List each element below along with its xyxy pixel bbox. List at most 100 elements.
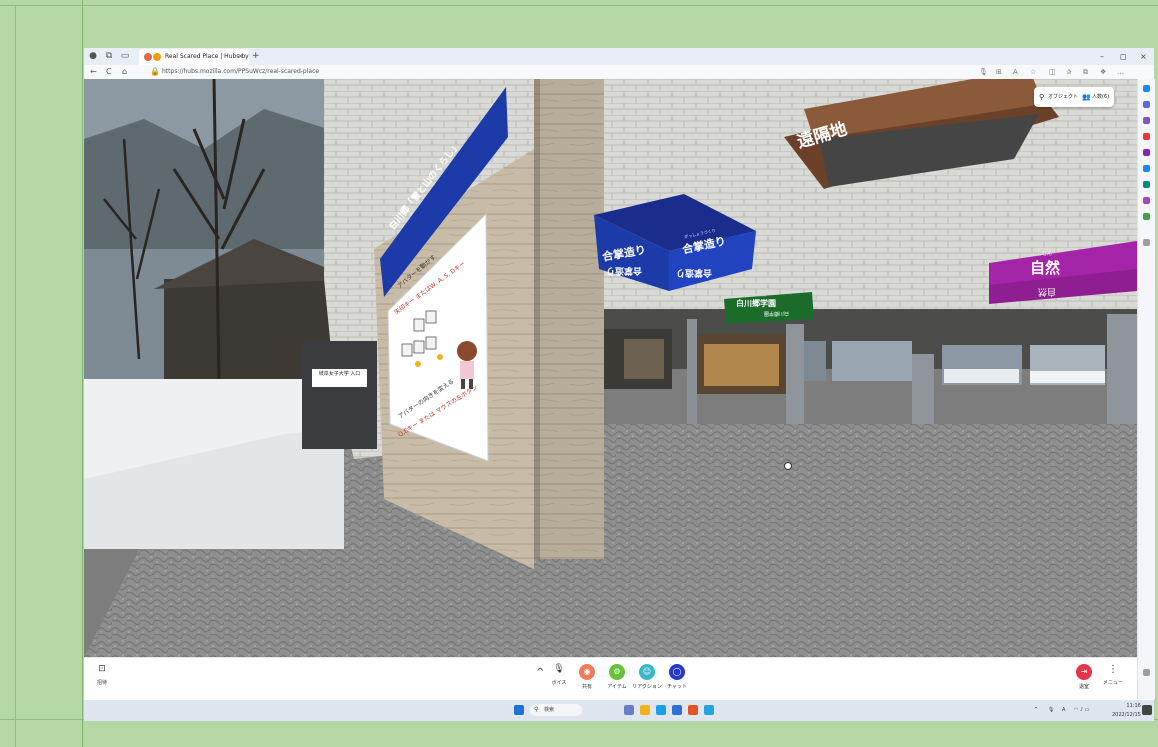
taskbar-search-text: 検索	[544, 707, 555, 713]
refresh-button[interactable]: C	[106, 65, 112, 79]
tab-bar: ● ⧉ ▭ Real Scared Place | Hubs by × + – …	[84, 48, 1154, 65]
reaction-icon: ☺	[639, 664, 655, 680]
home-button[interactable]: ⌂	[122, 65, 127, 79]
collections-icon[interactable]: ⧉	[1083, 65, 1088, 79]
audio-icon	[144, 53, 152, 61]
chat-button[interactable]: ◯ チャット	[662, 664, 692, 690]
search-icon: ⚲	[534, 706, 539, 713]
objects-button[interactable]: オブジェクト	[1048, 87, 1078, 107]
sign-shirakawa-ruby: しらかわごうがくえん	[736, 293, 767, 297]
invite-icon: ⊡	[98, 664, 106, 674]
clock[interactable]: 11:16 2022/12/15	[1112, 702, 1141, 720]
share-label: 共有	[581, 684, 592, 690]
sidebar-settings-icon[interactable]	[1143, 669, 1150, 676]
start-icon[interactable]	[514, 705, 524, 715]
pinned-app-icon[interactable]	[704, 705, 714, 715]
share-button[interactable]: ◉ 共有	[572, 664, 602, 690]
profile-icon[interactable]: ●	[88, 51, 98, 61]
maximize-button[interactable]: ◻	[1120, 48, 1127, 65]
microphone-icon: 🎙	[553, 664, 565, 674]
item-label: アイテム	[607, 684, 627, 690]
sign-shizen-text: 自然	[1030, 259, 1061, 277]
sign-shizen-ruby: しぜん	[1037, 251, 1053, 257]
tab-actions-icon[interactable]: ▭	[120, 51, 130, 61]
hubs-toolbar: ⊡ 招待 ^ 🎙 ボイス ◉ 共有 ⚙ アイテム ☺ リアクション ◯ チャット…	[84, 657, 1137, 701]
browser-window: ● ⧉ ▭ Real Scared Place | Hubs by × + – …	[84, 48, 1155, 721]
designer-icon[interactable]	[1143, 197, 1150, 204]
network-volume-battery-icon[interactable]: ◠ ♪ ▭	[1074, 700, 1089, 721]
tray-mic-icon[interactable]: 🎙	[1048, 700, 1054, 721]
tools-icon[interactable]	[1143, 117, 1150, 124]
clock-time: 11:16	[1126, 703, 1141, 709]
search-icon[interactable]	[1143, 101, 1150, 108]
split-screen-icon[interactable]: ◫	[1049, 65, 1056, 79]
favorite-star-icon[interactable]: ☆	[1030, 65, 1036, 79]
taskbar-search[interactable]: ⚲ 検索	[530, 704, 582, 716]
page-frame-line	[0, 5, 1158, 6]
new-tab-button[interactable]: +	[252, 48, 260, 65]
minimize-button[interactable]: –	[1100, 48, 1104, 65]
games-icon[interactable]	[1143, 133, 1150, 140]
hubs-3d-scene[interactable]: 遠隔地 白川郷「雪と山のくらし」 がっしょうづくり 合掌造り 合掌造り 合掌造り…	[84, 79, 1137, 657]
people-icon[interactable]: 👥	[1082, 87, 1091, 107]
invite-label: 招待	[96, 680, 107, 686]
clock-date: 2022/12/15	[1112, 712, 1141, 718]
leave-icon: ⇥	[1076, 664, 1092, 680]
menu-label: メニュー	[1102, 680, 1123, 686]
drop-icon[interactable]	[1143, 181, 1150, 188]
page-frame-line	[15, 5, 16, 747]
item-icon: ⚙	[609, 664, 625, 680]
entrance-sign-text: 岐阜女子大学 入口	[318, 371, 361, 377]
more-vertical-icon: ⋮	[1108, 664, 1118, 675]
widgets-icon[interactable]	[624, 705, 634, 715]
sign-shirakawa-sub-text: 白川郷学園	[764, 310, 790, 316]
reaction-button[interactable]: ☺ リアクション	[632, 664, 662, 690]
site-favicon-icon	[153, 53, 161, 61]
workspaces-icon[interactable]: ⧉	[104, 51, 114, 61]
store-icon[interactable]	[672, 705, 682, 715]
extensions-icon[interactable]: ❖	[1100, 65, 1106, 79]
more-options-icon[interactable]: …	[1117, 65, 1124, 79]
outlook-icon[interactable]	[1143, 165, 1150, 172]
favorites-icon[interactable]: ✰	[1066, 65, 1072, 79]
chat-label: チャット	[667, 684, 687, 690]
close-window-button[interactable]: ×	[1140, 48, 1147, 65]
sign-gassho-bottom-text: 合掌造り	[676, 267, 713, 277]
add-sidebar-icon[interactable]	[1143, 239, 1150, 246]
read-aloud-icon[interactable]: A	[1013, 65, 1018, 79]
microphone-permission-icon[interactable]: 🎙	[979, 65, 988, 79]
office-icon[interactable]	[1143, 149, 1150, 156]
edge-sidebar	[1137, 79, 1155, 699]
file-explorer-icon[interactable]	[640, 705, 650, 715]
copilot-icon[interactable]	[1143, 85, 1150, 92]
app-available-icon[interactable]: ⊞	[996, 65, 1002, 79]
invite-button[interactable]: ⊡ 招待	[87, 664, 117, 686]
back-button[interactable]: ←	[90, 65, 97, 79]
tab-active[interactable]: Real Scared Place | Hubs by ×	[139, 49, 249, 65]
voice-button[interactable]: 🎙 ボイス	[544, 664, 574, 686]
share-icon: ◉	[579, 664, 595, 680]
windows-taskbar: ⚲ 検索 ^ 🎙 A ◠ ♪ ▭ 11:16 2022/12/15	[84, 700, 1154, 721]
reaction-label: リアクション	[632, 684, 662, 690]
voice-label: ボイス	[551, 680, 567, 686]
tab-close-icon[interactable]: ×	[238, 49, 243, 65]
ime-indicator[interactable]: A	[1062, 700, 1065, 721]
leave-button[interactable]: ⇥ 退室	[1069, 664, 1099, 690]
address-bar-row: ← C ⌂ 🔒 https://hubs.mozilla.com/PPSuWcz…	[84, 65, 1154, 80]
edge-icon[interactable]	[656, 705, 666, 715]
chat-icon: ◯	[669, 664, 685, 680]
objects-icon[interactable]: ⚲	[1039, 87, 1044, 107]
leave-label: 退室	[1078, 684, 1089, 690]
item-button[interactable]: ⚙ アイテム	[602, 664, 632, 690]
sign-shirakawa-text: 白川郷学園	[736, 299, 776, 308]
apps-icon[interactable]	[1143, 213, 1150, 220]
menu-button[interactable]: ⋮ メニュー	[1098, 664, 1128, 686]
url-field[interactable]: https://hubs.mozilla.com/PPSuWcz/real-sc…	[162, 65, 319, 79]
notification-icon[interactable]	[1142, 705, 1152, 715]
tray-chevron-icon[interactable]: ^	[1034, 700, 1038, 721]
scene-render	[84, 79, 1137, 657]
lock-icon: 🔒	[150, 67, 160, 76]
people-button[interactable]: 人数(6)	[1092, 87, 1109, 107]
office-app-icon[interactable]	[688, 705, 698, 715]
tab-title: Real Scared Place | Hubs by	[165, 53, 249, 60]
